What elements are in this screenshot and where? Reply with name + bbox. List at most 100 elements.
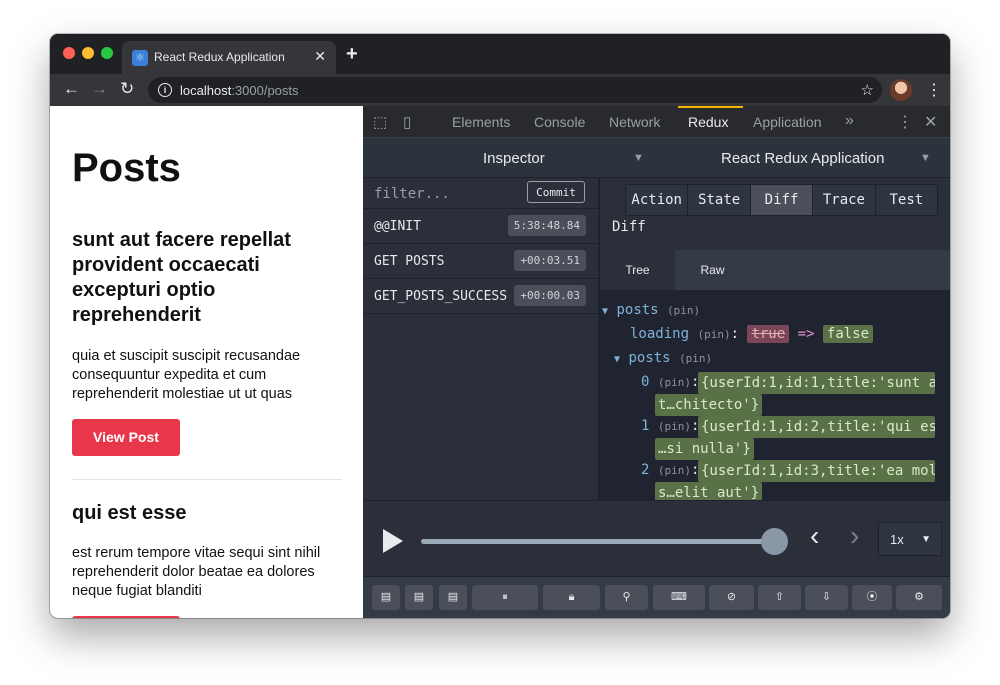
devtools-panel: ⬚ ▯ Elements Console Network Redux Appli… <box>363 106 950 618</box>
tab-trace[interactable]: Trace <box>813 185 876 215</box>
tree-node-posts-list[interactable]: ▼ posts (pin) <box>614 350 712 366</box>
action-name: GET POSTS <box>374 254 445 269</box>
tab-network[interactable]: Network <box>609 114 660 130</box>
caret-down-icon[interactable]: ▼ <box>602 306 608 317</box>
time-travel-slider: ‹ › 1x ▼ <box>363 500 950 577</box>
device-toolbar-icon[interactable]: ▯ <box>403 113 411 131</box>
browser-toolbar: ← → ↻ i localhost:3000/posts ☆ ⋮ <box>50 74 950 106</box>
download-icon[interactable]: ⇩ <box>805 585 848 610</box>
tab-tree[interactable]: Tree <box>600 250 675 290</box>
gear-icon[interactable]: ⚙ <box>896 585 942 610</box>
title-bar: ⚛ React Redux Application ✕ + <box>50 34 950 74</box>
detail-tabs: Action State Diff Trace Test <box>625 184 938 216</box>
tab-action[interactable]: Action <box>626 185 689 215</box>
chevron-right-icon[interactable]: › <box>850 520 859 552</box>
added-value: …si nulla'} <box>655 438 754 460</box>
tab-console[interactable]: Console <box>534 114 585 130</box>
tree-item-key: 2 (pin): <box>641 462 700 478</box>
maximize-window-button[interactable] <box>101 47 113 59</box>
close-icon[interactable]: ✕ <box>924 112 937 132</box>
added-value: s…elit aut'} <box>655 482 763 500</box>
react-icon: ⚛ <box>132 50 148 66</box>
chevron-down-icon[interactable]: ▼ <box>633 152 644 164</box>
tab-test[interactable]: Test <box>875 185 938 215</box>
new-tab-button[interactable]: + <box>346 43 358 66</box>
close-window-button[interactable] <box>63 47 75 59</box>
action-time: +00:03.51 <box>514 250 586 271</box>
upload-icon[interactable]: ⇧ <box>758 585 801 610</box>
more-vert-icon[interactable]: ⋮ <box>926 80 942 100</box>
post-title: qui est esse <box>72 502 187 524</box>
slider-handle[interactable] <box>761 528 788 555</box>
url-text[interactable]: localhost:3000/posts <box>180 83 299 98</box>
redux-button-bar: ▤ ▤ ▤ ⏸ 🔒︎ ⚲ ⌨ ⊘ ⇧ ⇩ ⦿ ⚙ <box>363 576 950 618</box>
star-icon[interactable]: ☆ <box>861 81 874 99</box>
playback-speed-select[interactable]: 1x ▼ <box>878 522 942 556</box>
web-page: Posts sunt aut facere repellat provident… <box>50 106 363 618</box>
lock-icon[interactable]: 🔒︎ <box>543 585 600 610</box>
tree-item-key: 0 (pin): <box>641 374 700 390</box>
caret-down-icon[interactable]: ▼ <box>614 354 620 365</box>
tab-diff[interactable]: Diff <box>750 185 814 215</box>
added-value: {userId:1,id:2,title:'qui est <box>698 416 935 438</box>
action-list: filter... Commit @@INIT 5:38:48.84 GET P… <box>363 178 600 500</box>
action-time: +00:00.03 <box>514 285 586 306</box>
layout-right-icon[interactable]: ▤ <box>405 585 433 610</box>
avatar[interactable] <box>890 79 912 101</box>
minimize-window-button[interactable] <box>82 47 94 59</box>
chevron-left-icon[interactable]: ‹ <box>810 520 819 552</box>
commit-button[interactable]: Commit <box>527 181 585 203</box>
more-tabs-icon[interactable]: » <box>845 112 854 130</box>
diff-arrow: => <box>797 326 815 342</box>
tab-application[interactable]: Application <box>753 114 822 130</box>
pause-recording-icon[interactable]: ⏸ <box>472 585 538 610</box>
back-icon[interactable]: ← <box>63 79 80 99</box>
keyboard-icon[interactable]: ⌨ <box>653 585 705 610</box>
tab-elements[interactable]: Elements <box>452 114 510 130</box>
instance-select[interactable]: React Redux Application <box>721 150 884 167</box>
redux-header: Inspector ▼ React Redux Application ▼ <box>363 138 950 178</box>
action-item[interactable]: GET POSTS +00:03.51 <box>363 244 598 279</box>
action-item[interactable]: @@INIT 5:38:48.84 <box>363 209 598 244</box>
filter-input[interactable]: filter... <box>374 186 450 202</box>
forward-icon[interactable]: → <box>91 79 108 99</box>
remote-icon[interactable]: ⦿ <box>852 585 892 610</box>
active-tab-indicator <box>678 106 743 108</box>
browser-window: ⚛ React Redux Application ✕ + ← → ↻ i lo… <box>50 34 950 618</box>
pin-icon[interactable]: ⚲ <box>605 585 648 610</box>
clock-off-icon[interactable]: ⊘ <box>709 585 754 610</box>
slider-track[interactable] <box>421 539 771 544</box>
divider <box>72 479 342 480</box>
monitor-select[interactable]: Inspector <box>483 150 545 167</box>
browser-tab[interactable]: ⚛ React Redux Application ✕ <box>122 41 336 74</box>
chevron-down-icon[interactable]: ▼ <box>920 152 931 164</box>
action-item[interactable]: GET_POSTS_SUCCESS +00:00.03 <box>363 279 598 314</box>
view-post-button[interactable]: View Post <box>72 419 180 456</box>
tab-state[interactable]: State <box>688 185 751 215</box>
action-name: GET_POSTS_SUCCESS <box>374 289 508 304</box>
added-value: {userId:1,id:1,title:'sunt au <box>698 372 935 394</box>
info-icon[interactable]: i <box>158 83 172 97</box>
reload-icon[interactable]: ↻ <box>120 79 134 99</box>
post-body: quia et suscipit suscipit recusandae con… <box>72 348 301 402</box>
play-icon[interactable] <box>383 529 403 553</box>
panel-title: Diff <box>612 219 646 235</box>
action-detail-panel: Action State Diff Trace Test Diff Tree R… <box>600 178 950 500</box>
layout-bottom-icon[interactable]: ▤ <box>439 585 467 610</box>
post-title: sunt aut facere repellat provident occae… <box>72 229 291 326</box>
address-bar[interactable]: i localhost:3000/posts ☆ <box>148 77 882 103</box>
tab-raw[interactable]: Raw <box>675 250 750 290</box>
page-title: Posts <box>72 146 181 190</box>
more-vert-icon[interactable]: ⋮ <box>897 112 913 132</box>
tree-node-posts[interactable]: ▼ posts (pin) <box>602 302 700 318</box>
layout-left-icon[interactable]: ▤ <box>372 585 400 610</box>
view-post-button[interactable] <box>72 616 180 618</box>
tree-node-loading: loading (pin): true => false <box>630 325 874 343</box>
close-icon[interactable]: ✕ <box>314 48 326 65</box>
tab-redux[interactable]: Redux <box>688 114 728 130</box>
filter-row: filter... Commit <box>363 178 598 209</box>
added-value: {userId:1,id:3,title:'ea moles <box>698 460 935 482</box>
action-time: 5:38:48.84 <box>507 215 586 236</box>
old-value: true <box>747 325 790 343</box>
inspect-element-icon[interactable]: ⬚ <box>373 113 387 131</box>
